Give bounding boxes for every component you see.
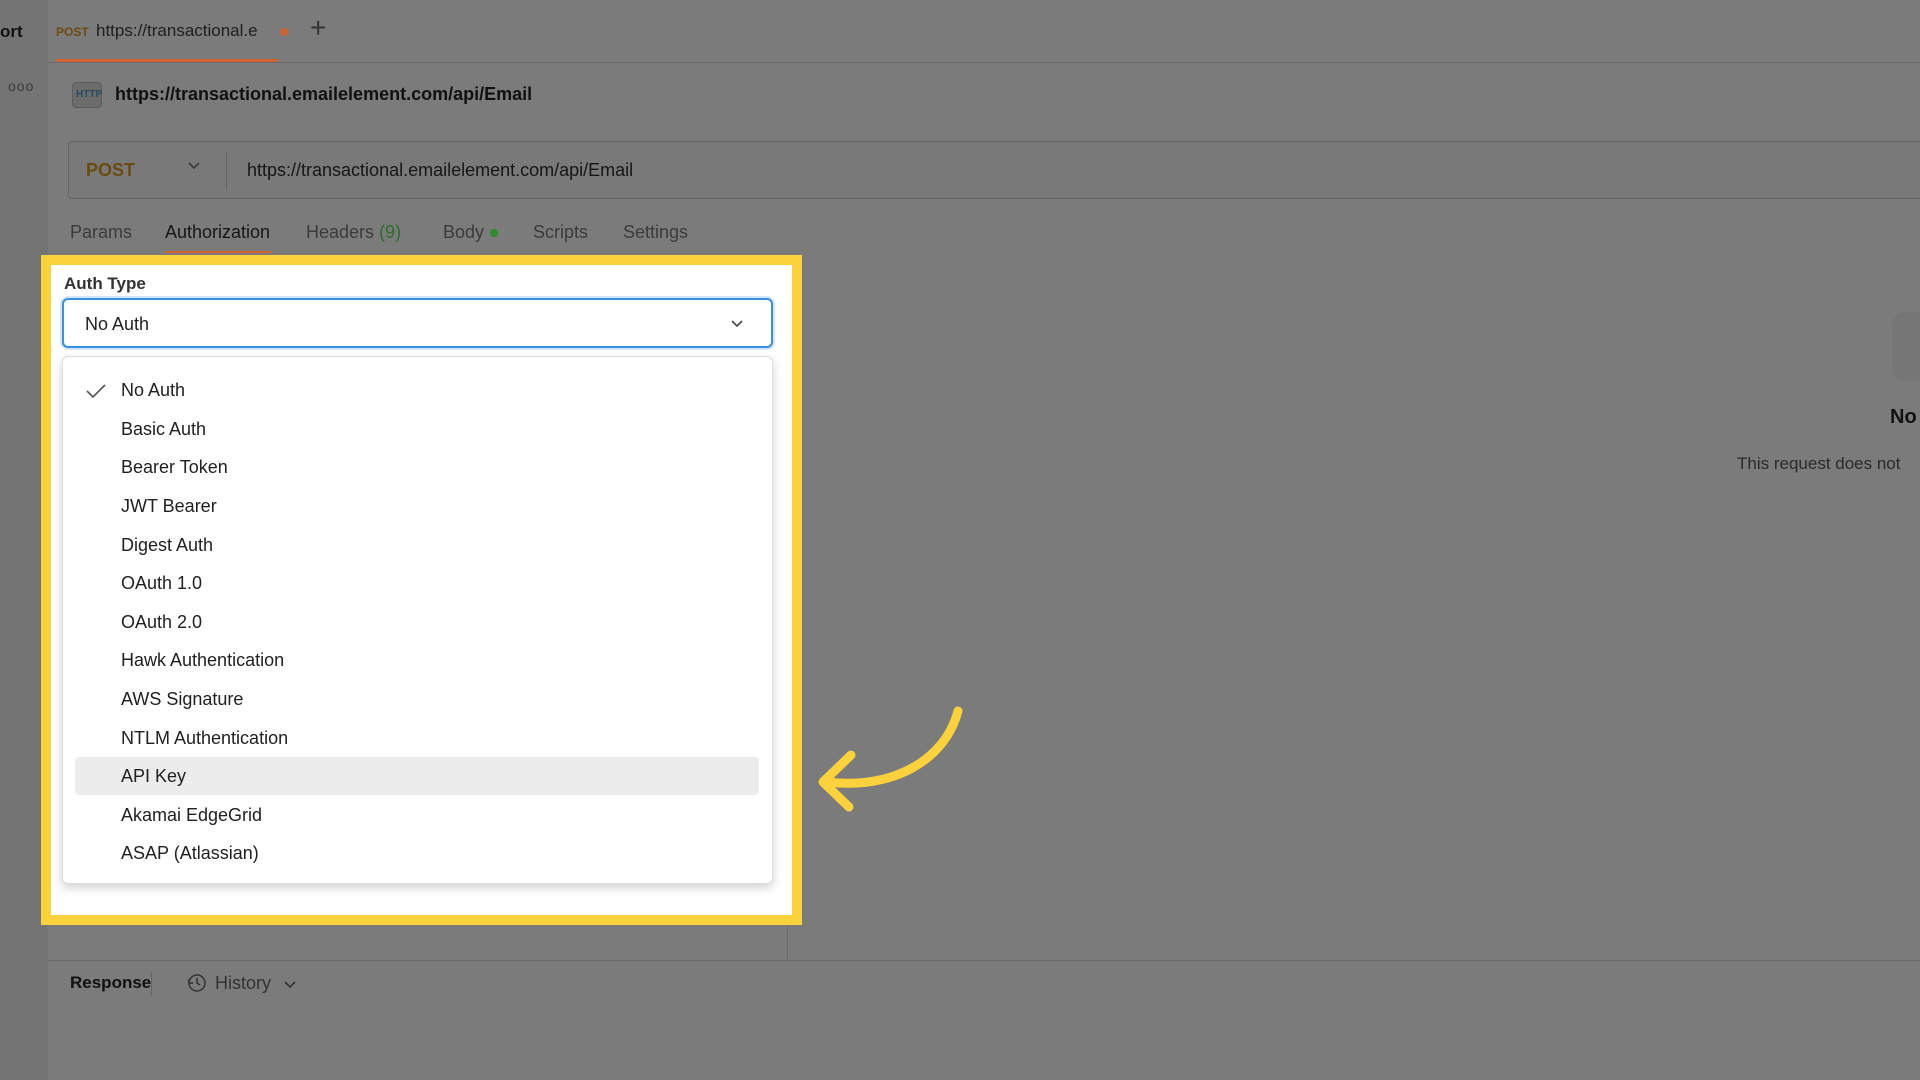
tab-authorization[interactable]: Authorization — [165, 222, 270, 243]
request-title[interactable]: https://transactional.emailelement.com/a… — [115, 84, 532, 105]
auth-option-asap-atlassian[interactable]: ASAP (Atlassian) — [75, 834, 759, 872]
http-request-icon: HTTP — [72, 82, 102, 108]
auth-option-ntlm-authentication[interactable]: NTLM Authentication — [75, 719, 759, 757]
history-icon[interactable] — [187, 973, 207, 993]
tab-scripts[interactable]: Scripts — [533, 222, 588, 243]
body-indicator-dot — [490, 229, 499, 238]
method-select[interactable]: POST — [86, 160, 135, 181]
request-tab[interactable]: POST https://transactional.e — [56, 0, 288, 62]
unsaved-indicator — [280, 28, 288, 36]
history-button[interactable]: History — [215, 973, 271, 994]
tab-body[interactable]: Body — [443, 222, 499, 243]
auth-option-no-auth[interactable]: No Auth — [75, 371, 759, 409]
right-panel-description: This request does not — [1737, 454, 1901, 473]
new-tab-plus-icon[interactable]: + — [310, 14, 326, 42]
tab-headers[interactable]: Headers (9) — [306, 222, 401, 243]
url-bar: POST https://transactional.emailelement.… — [68, 141, 1920, 199]
tab-settings[interactable]: Settings — [623, 222, 688, 243]
auth-option-hawk-authentication[interactable]: Hawk Authentication — [75, 641, 759, 679]
auth-type-select[interactable]: No Auth — [62, 298, 773, 348]
auth-option-digest-auth[interactable]: Digest Auth — [75, 526, 759, 564]
chevron-down-icon[interactable] — [730, 316, 744, 330]
auth-type-selected-value: No Auth — [85, 314, 150, 334]
url-input[interactable]: https://transactional.emailelement.com/a… — [247, 160, 633, 181]
auth-option-basic-auth[interactable]: Basic Auth — [75, 410, 759, 448]
tab-method: POST — [56, 25, 89, 39]
request-tab-bar: POST https://transactional.e + — [48, 0, 1920, 63]
checkmark-icon — [86, 384, 106, 399]
auth-type-label: Auth Type — [64, 274, 146, 293]
more-options-icon[interactable]: ooo — [8, 78, 34, 94]
tab-params[interactable]: Params — [70, 222, 132, 243]
right-panel-title: No — [1890, 406, 1917, 428]
auth-option-oauth-1[interactable]: OAuth 1.0 — [75, 564, 759, 602]
auth-option-bearer-token[interactable]: Bearer Token — [75, 448, 759, 486]
headers-count: (9) — [379, 222, 402, 242]
auth-option-akamai-edgegrid[interactable]: Akamai EdgeGrid — [75, 796, 759, 834]
no-auth-illustration — [1892, 312, 1920, 382]
active-tab-underline — [165, 251, 271, 253]
auth-option-jwt-bearer[interactable]: JWT Bearer — [75, 487, 759, 525]
tab-url: https://transactional.e — [96, 21, 258, 40]
chevron-down-icon[interactable] — [187, 158, 201, 172]
pointer-arrow-icon — [818, 706, 963, 812]
auth-option-oauth-2[interactable]: OAuth 2.0 — [75, 603, 759, 641]
auth-type-dropdown: No Auth Basic Auth Bearer Token JWT Bear… — [62, 356, 773, 884]
auth-option-aws-signature[interactable]: AWS Signature — [75, 680, 759, 718]
response-label[interactable]: Response — [70, 973, 151, 993]
chevron-down-icon[interactable] — [283, 977, 297, 991]
auth-option-api-key[interactable]: API Key — [75, 757, 759, 795]
response-separator — [151, 972, 152, 996]
response-divider — [48, 960, 1920, 961]
url-bar-divider — [226, 152, 227, 190]
sidebar-partial-label: ort — [0, 22, 23, 41]
